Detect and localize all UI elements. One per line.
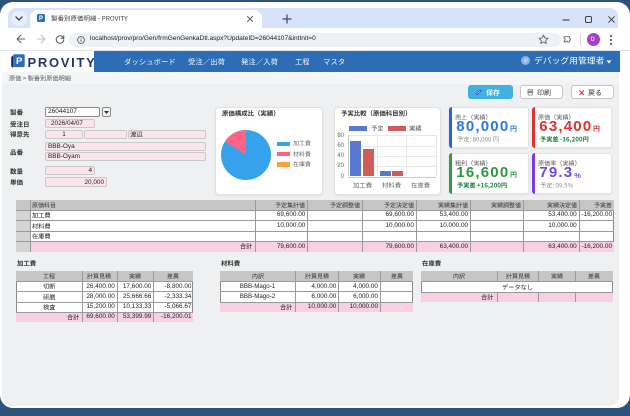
svg-text:P: P bbox=[16, 56, 23, 67]
